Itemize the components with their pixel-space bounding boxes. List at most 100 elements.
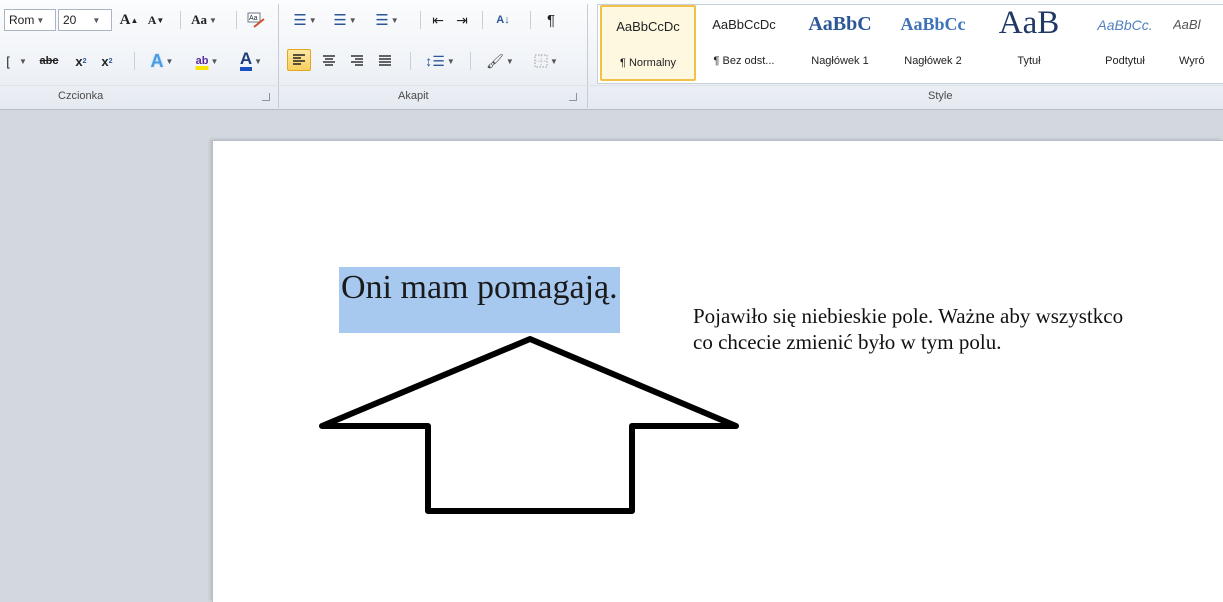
justify-button[interactable]: [374, 50, 396, 72]
style-normal-name: ¶ Normalny: [619, 57, 677, 69]
align-left-icon: [293, 54, 305, 65]
subscript-button[interactable]: x2: [70, 50, 92, 72]
numbering-icon: ☰: [333, 12, 347, 29]
style-title[interactable]: AaB Tytuł: [981, 5, 1077, 81]
superscript-label: x: [101, 53, 109, 69]
ribbon-group-labels-bar: [0, 85, 1223, 86]
strikethrough-button[interactable]: abc: [32, 50, 66, 72]
change-case-label: Aa: [191, 12, 207, 27]
font-color-icon: A: [239, 50, 253, 71]
ribbon: Rom ▼ 20 ▼ A ▲ A ▼ Aa ▼ Aa [ ▼ abc x2 x2 A ▼…: [0, 0, 1223, 110]
style-title-name: Tytuł: [1017, 55, 1041, 67]
bullets-button[interactable]: ☰ ▼: [290, 9, 320, 31]
style-subtitle[interactable]: AaBbCc. Podtytuł: [1077, 5, 1173, 81]
up-arrow-shape[interactable]: [318, 334, 742, 518]
increase-indent-button[interactable]: ⇥: [452, 9, 472, 31]
font-name-value: Rom: [9, 13, 35, 27]
group-label-paragraph: Akapit: [398, 90, 429, 102]
text-effects-icon: A: [150, 50, 164, 71]
grow-font-button[interactable]: A ▲: [118, 9, 140, 31]
text-effects-button[interactable]: A ▼: [144, 50, 180, 72]
underline-button-partial[interactable]: [: [4, 50, 12, 72]
numbering-button[interactable]: ☰ ▼: [330, 9, 360, 31]
superscript-button[interactable]: x2: [96, 50, 118, 72]
align-left-button[interactable]: [287, 49, 311, 71]
chevron-down-icon: ▼: [505, 56, 514, 66]
font-size-value: 20: [63, 13, 77, 27]
style-normal[interactable]: AaBbCcDc ¶ Normalny: [600, 5, 696, 81]
font-name-combo[interactable]: Rom ▼: [4, 9, 56, 31]
paint-bucket-icon: 🖌: [486, 52, 504, 69]
clear-formatting-button[interactable]: Aa: [244, 9, 268, 31]
style-heading-1[interactable]: AaBbC Nagłówek 1: [792, 5, 888, 81]
font-size-combo[interactable]: 20 ▼: [58, 9, 112, 31]
separator: [134, 52, 135, 70]
styles-gallery: AaBbCcDc ¶ Normalny AaBbCcDc ¶ Bez odst.…: [597, 4, 1223, 84]
chevron-down-icon: ▼: [208, 15, 217, 25]
svg-text:Aa: Aa: [249, 15, 258, 22]
style-heading-1-name: Nagłówek 1: [811, 55, 869, 67]
selected-text[interactable]: Oni mam pomagają.: [339, 267, 620, 333]
underline-partial-label: [: [6, 53, 10, 69]
line-spacing-button[interactable]: ↕☰ ▼: [418, 50, 462, 72]
style-emphasis-sample: AaBl: [1173, 17, 1201, 32]
highlight-button[interactable]: ab ▼: [186, 50, 228, 72]
chevron-down-icon: ▼: [19, 56, 27, 66]
group-divider: [278, 4, 279, 108]
group-divider: [587, 4, 588, 108]
change-case-button[interactable]: Aa ▼: [188, 9, 220, 31]
borders-button[interactable]: ▼: [526, 50, 566, 72]
style-no-spacing-sample: AaBbCcDc: [712, 17, 776, 32]
font-size-dropdown-icon[interactable]: ▼: [92, 16, 100, 25]
style-subtitle-name: Podtytuł: [1105, 55, 1145, 67]
style-no-spacing-name: ¶ Bez odst...: [713, 55, 775, 67]
group-label-font: Czcionka: [58, 90, 104, 102]
style-heading-1-sample: AaBbC: [808, 13, 872, 35]
paragraph-dialog-launcher-icon[interactable]: [569, 93, 577, 101]
borders-icon: [534, 54, 548, 68]
style-subtitle-sample: AaBbCc.: [1097, 17, 1153, 33]
align-right-icon: [351, 55, 363, 66]
style-emphasis[interactable]: AaBl Wyró: [1173, 5, 1223, 81]
chevron-down-icon: ▼: [254, 56, 263, 66]
chevron-down-icon: ▼: [550, 56, 558, 66]
font-dialog-launcher-icon[interactable]: [262, 93, 270, 101]
font-color-button[interactable]: A ▼: [232, 50, 270, 72]
bullets-icon: ☰: [293, 12, 307, 29]
separator: [470, 52, 471, 70]
shrink-font-button[interactable]: A ▼: [146, 9, 166, 31]
separator: [530, 11, 531, 29]
instruction-note: Pojawiło się niebieskie pole. Ważne aby …: [693, 304, 1124, 354]
separator: [420, 11, 421, 29]
multilevel-list-icon: ☰: [375, 12, 389, 29]
separator: [410, 52, 411, 70]
sort-button[interactable]: A↓: [490, 9, 516, 31]
separator: [236, 11, 237, 29]
highlight-icon: ab: [195, 55, 209, 67]
align-right-button[interactable]: [346, 50, 368, 72]
style-heading-2[interactable]: AaBbCc Nagłówek 2: [885, 5, 981, 81]
justify-icon: [379, 55, 391, 66]
decrease-indent-icon: ⇤: [432, 11, 444, 28]
chevron-down-icon: ▼: [390, 15, 399, 25]
align-center-button[interactable]: [318, 50, 340, 72]
group-label-styles: Style: [928, 90, 953, 102]
shrink-font-label: A: [147, 12, 157, 27]
style-heading-2-name: Nagłówek 2: [904, 55, 962, 67]
style-no-spacing[interactable]: AaBbCcDc ¶ Bez odst...: [696, 5, 792, 81]
subscript-label: x: [75, 53, 83, 69]
font-name-dropdown-icon[interactable]: ▼: [36, 16, 44, 25]
style-heading-2-sample: AaBbCc: [900, 14, 966, 34]
style-title-sample: AaB: [998, 5, 1060, 41]
line-spacing-icon: ↕☰: [425, 52, 445, 69]
show-formatting-button[interactable]: ¶: [540, 9, 562, 31]
chevron-down-icon: ▼: [348, 15, 357, 25]
underline-dropdown[interactable]: ▼: [16, 50, 28, 72]
style-normal-sample: AaBbCcDc: [616, 19, 680, 34]
decrease-indent-button[interactable]: ⇤: [428, 9, 448, 31]
pilcrow-icon: ¶: [546, 11, 556, 29]
multilevel-list-button[interactable]: ☰ ▼: [370, 9, 404, 31]
strikethrough-label: abc: [39, 55, 59, 67]
style-emphasis-name: Wyró: [1179, 55, 1205, 67]
shading-button[interactable]: 🖌 ▼: [480, 50, 520, 72]
